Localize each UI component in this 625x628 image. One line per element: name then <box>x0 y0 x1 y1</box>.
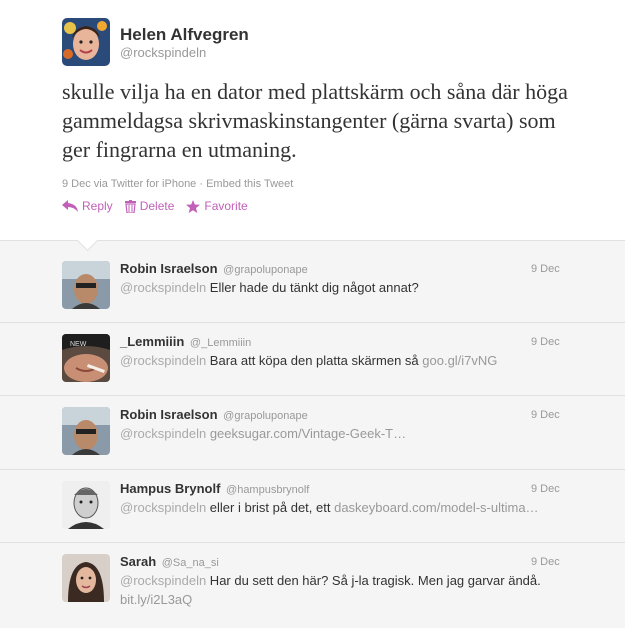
author-avatar[interactable] <box>62 18 110 66</box>
reply-link[interactable]: daskeyboard.com/model-s-ultima… <box>334 500 538 515</box>
reply-avatar[interactable] <box>62 407 110 455</box>
reply-avatar[interactable]: NEW <box>62 334 110 382</box>
reply-header: Robin Israelson @grapoluponape <box>120 407 308 422</box>
reply-icon <box>62 200 78 212</box>
reply-header: _Lemmiiin @_Lemmiiin <box>120 334 251 349</box>
reply-item: Robin Israelson @grapoluponape 9 Dec @ro… <box>0 241 625 323</box>
reply-date[interactable]: 9 Dec <box>531 263 560 275</box>
reply-author-handle[interactable]: @_Lemmiiin <box>190 337 251 349</box>
reply-button[interactable]: Reply <box>62 199 113 213</box>
star-icon <box>186 199 201 213</box>
tweet-actions: Reply Delete Favorite <box>62 199 248 213</box>
reply-link[interactable]: goo.gl/i7vNG <box>422 353 497 368</box>
replies-list: Robin Israelson @grapoluponape 9 Dec @ro… <box>0 229 625 628</box>
author-handle[interactable]: @rockspindeln <box>120 45 206 60</box>
reply-link[interactable]: bit.ly/i2L3aQ <box>120 592 192 607</box>
reply-date[interactable]: 9 Dec <box>531 336 560 348</box>
reply-author-name[interactable]: Hampus Brynolf <box>120 481 220 496</box>
reply-header: Hampus Brynolf @hampusbrynolf <box>120 481 309 496</box>
reply-avatar[interactable] <box>62 261 110 309</box>
reply-body: Eller hade du tänkt dig något annat? <box>206 280 419 295</box>
reply-mention[interactable]: @rockspindeln <box>120 573 206 588</box>
reply-mention[interactable]: @rockspindeln <box>120 500 206 515</box>
meta-separator: · <box>196 178 207 190</box>
reply-avatar[interactable] <box>62 554 110 602</box>
reply-author-name[interactable]: _Lemmiiin <box>120 334 184 349</box>
reply-body: eller i brist på det, ett <box>206 500 335 515</box>
tweet-text: skulle vilja ha en dator med plattskärm … <box>62 79 568 162</box>
reply-date[interactable]: 9 Dec <box>531 556 560 568</box>
reply-author-name[interactable]: Sarah <box>120 554 156 569</box>
reply-body: Bara att köpa den platta skärmen så <box>206 353 423 368</box>
svg-text:NEW: NEW <box>70 341 87 348</box>
reply-item: Hampus Brynolf @hampusbrynolf 9 Dec @roc… <box>0 470 625 543</box>
delete-button[interactable]: Delete <box>124 199 175 213</box>
reply-item: Robin Israelson @grapoluponape 9 Dec @ro… <box>0 396 625 470</box>
reply-item: Sarah @Sa_na_si 9 Dec @rockspindeln Har … <box>0 543 625 628</box>
author-name[interactable]: Helen Alfvegren <box>120 25 249 45</box>
reply-text: @rockspindeln Har du sett den här? Så j-… <box>120 571 550 609</box>
reply-author-handle[interactable]: @Sa_na_si <box>162 557 219 569</box>
reply-text: @rockspindeln Eller hade du tänkt dig nå… <box>120 278 550 297</box>
main-tweet: Helen Alfvegren @rockspindeln skulle vil… <box>0 0 625 240</box>
reply-author-handle[interactable]: @hampusbrynolf <box>226 484 309 496</box>
tweet-meta: 9 Dec via Twitter for iPhone · Embed thi… <box>62 178 293 190</box>
reply-author-handle[interactable]: @grapoluponape <box>223 264 308 276</box>
reply-date[interactable]: 9 Dec <box>531 483 560 495</box>
reply-link[interactable]: geeksugar.com/Vintage-Geek-T… <box>210 426 406 441</box>
reply-mention[interactable]: @rockspindeln <box>120 426 206 441</box>
reply-body: Har du sett den här? Så j-la tragisk. Me… <box>206 573 541 588</box>
delete-label: Delete <box>139 199 175 213</box>
favorite-label: Favorite <box>204 199 248 213</box>
tweet-date-source[interactable]: 9 Dec via Twitter for iPhone <box>62 178 196 190</box>
reply-item: NEW _Lemmiiin @_Lemmiiin 9 Dec @rockspin… <box>0 323 625 396</box>
trash-icon <box>124 199 136 213</box>
reply-label: Reply <box>82 199 113 213</box>
reply-header: Sarah @Sa_na_si <box>120 554 219 569</box>
reply-mention[interactable]: @rockspindeln <box>120 280 206 295</box>
favorite-button[interactable]: Favorite <box>186 199 248 213</box>
reply-avatar[interactable] <box>62 481 110 529</box>
reply-text: @rockspindeln eller i brist på det, ett … <box>120 498 540 517</box>
reply-author-handle[interactable]: @grapoluponape <box>223 410 308 422</box>
reply-header: Robin Israelson @grapoluponape <box>120 261 308 276</box>
reply-text: @rockspindeln geeksugar.com/Vintage-Geek… <box>120 424 550 443</box>
reply-author-name[interactable]: Robin Israelson <box>120 407 218 422</box>
reply-mention[interactable]: @rockspindeln <box>120 353 206 368</box>
reply-author-name[interactable]: Robin Israelson <box>120 261 218 276</box>
embed-tweet-link[interactable]: Embed this Tweet <box>206 178 293 190</box>
reply-date[interactable]: 9 Dec <box>531 409 560 421</box>
reply-text: @rockspindeln Bara att köpa den platta s… <box>120 351 550 370</box>
